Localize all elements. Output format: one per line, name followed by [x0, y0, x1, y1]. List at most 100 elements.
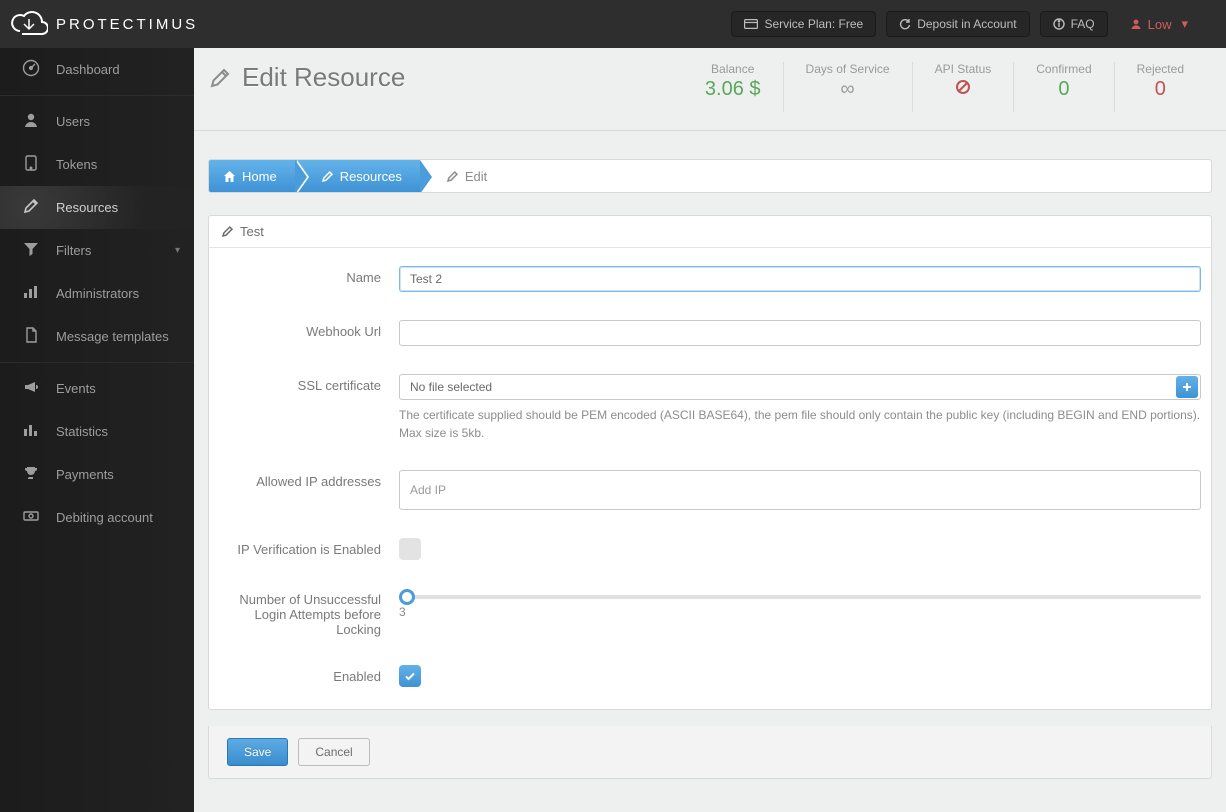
save-button[interactable]: Save	[227, 738, 288, 766]
ip-verify-label: IP Verification is Enabled	[219, 538, 399, 557]
panel-header-text: Test	[240, 224, 264, 239]
bars-icon	[20, 283, 42, 304]
service-plan-label: Service Plan: Free	[764, 17, 863, 31]
enabled-toggle[interactable]	[399, 665, 421, 687]
logo[interactable]: PROTECTIMUS	[10, 9, 198, 39]
chevron-down-icon: ▾	[1181, 16, 1188, 32]
nav-separator	[0, 362, 194, 363]
stat-label: Days of Service	[806, 62, 890, 76]
faq-button[interactable]: FAQ	[1040, 11, 1108, 37]
allowed-ip-placeholder: Add IP	[410, 483, 446, 497]
card-icon	[744, 19, 758, 29]
form-actions: Save Cancel	[208, 726, 1212, 779]
document-icon	[20, 326, 42, 347]
sidebar-item-label: Events	[56, 381, 96, 396]
sidebar-item-label: Users	[56, 114, 90, 129]
add-file-button[interactable]	[1176, 376, 1198, 398]
name-label: Name	[219, 266, 399, 285]
deposit-label: Deposit in Account	[917, 17, 1016, 31]
form-panel: Test Name Webhook Url SSL certificate	[208, 215, 1212, 710]
cancel-button[interactable]: Cancel	[298, 738, 369, 766]
sidebar-item-label: Administrators	[56, 286, 139, 301]
breadcrumb-label: Home	[242, 169, 277, 184]
sidebar-item-label: Message templates	[56, 329, 169, 344]
filter-icon	[20, 240, 42, 261]
deposit-button[interactable]: Deposit in Account	[886, 11, 1029, 37]
attempts-slider[interactable]	[399, 595, 1201, 599]
sidebar-item-label: Statistics	[56, 424, 108, 439]
sidebar-item-resources[interactable]: Resources	[0, 186, 194, 229]
tablet-icon	[20, 154, 42, 175]
sidebar-item-payments[interactable]: Payments	[0, 453, 194, 496]
name-input[interactable]	[399, 266, 1201, 292]
stat-value: 0	[1137, 78, 1184, 101]
breadcrumb-label: Edit	[465, 169, 487, 184]
breadcrumb-label: Resources	[340, 169, 402, 184]
megaphone-icon	[20, 378, 42, 399]
attempts-label: Number of Unsuccessful Login Attempts be…	[219, 588, 399, 637]
webhook-label: Webhook Url	[219, 320, 399, 339]
main-content: Edit Resource Balance 3.06 $ Days of Ser…	[194, 48, 1226, 812]
allowed-ip-input[interactable]: Add IP	[399, 470, 1201, 510]
webhook-input[interactable]	[399, 320, 1201, 346]
breadcrumb: Home Resources Edit	[208, 159, 1212, 193]
attempts-value: 3	[399, 605, 1201, 619]
divider	[194, 130, 1226, 131]
ssl-label: SSL certificate	[219, 374, 399, 393]
stat-rejected: Rejected 0	[1114, 62, 1206, 112]
panel-header: Test	[209, 216, 1211, 248]
user-icon	[1130, 18, 1142, 30]
stat-days: Days of Service ∞	[783, 62, 912, 112]
sidebar-item-events[interactable]: Events	[0, 367, 194, 410]
enabled-label: Enabled	[219, 665, 399, 684]
sidebar-item-dashboard[interactable]: Dashboard	[0, 48, 194, 91]
sidebar-item-label: Payments	[56, 467, 114, 482]
stat-value: 3.06 $	[705, 78, 761, 101]
user-menu[interactable]: Low ▾	[1118, 11, 1200, 37]
sidebar-item-label: Tokens	[56, 157, 97, 172]
check-icon	[404, 670, 416, 682]
infinity-icon: ∞	[806, 78, 890, 101]
sidebar-item-label: Dashboard	[56, 62, 120, 77]
chevron-down-icon: ▾	[175, 245, 180, 256]
faq-label: FAQ	[1071, 17, 1095, 31]
stat-balance: Balance 3.06 $	[683, 62, 783, 112]
allowed-ip-label: Allowed IP addresses	[219, 470, 399, 489]
edit-icon	[208, 66, 232, 90]
chart-icon	[20, 421, 42, 442]
nav-separator	[0, 95, 194, 96]
sidebar-item-debiting[interactable]: Debiting account	[0, 496, 194, 539]
trophy-icon	[20, 464, 42, 485]
ip-verify-toggle[interactable]	[399, 538, 421, 560]
sidebar-item-tokens[interactable]: Tokens	[0, 143, 194, 186]
breadcrumb-home[interactable]: Home	[209, 160, 295, 192]
service-plan-button[interactable]: Service Plan: Free	[731, 11, 876, 37]
sidebar-item-templates[interactable]: Message templates	[0, 315, 194, 358]
stat-confirmed: Confirmed 0	[1013, 62, 1113, 112]
page-title-text: Edit Resource	[242, 62, 405, 93]
sidebar-item-filters[interactable]: Filters ▾	[0, 229, 194, 272]
stat-label: Balance	[705, 62, 761, 76]
sidebar-item-statistics[interactable]: Statistics	[0, 410, 194, 453]
brand-text: PROTECTIMUS	[56, 16, 198, 33]
stats-bar: Balance 3.06 $ Days of Service ∞ API Sta…	[683, 62, 1206, 112]
plus-icon	[1181, 381, 1193, 393]
money-icon	[20, 507, 42, 528]
page-title: Edit Resource	[208, 62, 405, 93]
refresh-icon	[899, 18, 911, 30]
user-icon	[20, 111, 42, 132]
slider-knob[interactable]	[399, 589, 415, 605]
breadcrumb-resources[interactable]: Resources	[295, 160, 420, 192]
home-icon	[223, 170, 236, 183]
sidebar: Dashboard Users Tokens Resources F	[0, 48, 194, 812]
ssl-help-text: The certificate supplied should be PEM e…	[399, 406, 1201, 442]
sidebar-item-label: Filters	[56, 243, 91, 258]
ssl-file-picker[interactable]: No file selected	[399, 374, 1201, 400]
edit-icon	[221, 225, 234, 238]
ssl-file-placeholder: No file selected	[410, 380, 492, 394]
sidebar-item-label: Resources	[56, 200, 118, 215]
stat-api: API Status	[912, 62, 1014, 112]
sidebar-item-users[interactable]: Users	[0, 100, 194, 143]
user-level-label: Low	[1148, 17, 1172, 32]
sidebar-item-admins[interactable]: Administrators	[0, 272, 194, 315]
